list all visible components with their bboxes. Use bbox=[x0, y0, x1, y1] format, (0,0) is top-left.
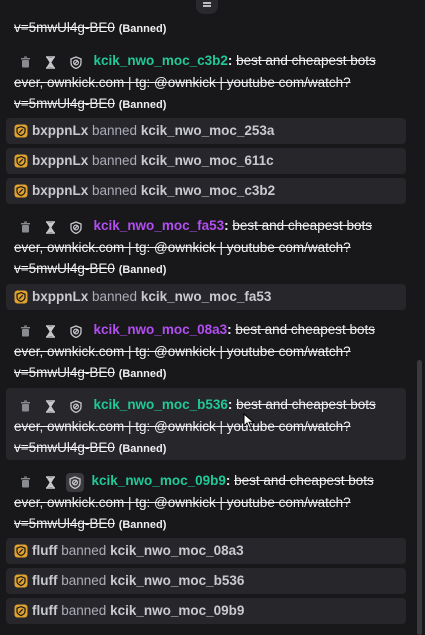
mod-badge-icon bbox=[14, 571, 28, 597]
scroll-up-button[interactable] bbox=[196, 0, 218, 14]
ban-action: banned bbox=[61, 573, 107, 588]
banned-user[interactable]: kcik_nwo_moc_09b9 bbox=[110, 603, 244, 618]
ban-action: banned bbox=[92, 123, 138, 138]
ban-action: banned bbox=[61, 603, 107, 618]
mod-actions bbox=[20, 216, 92, 237]
mod-actions bbox=[20, 320, 92, 341]
mod-badge-icon bbox=[14, 121, 28, 147]
ban-notice: bxppnLx banned kcik_nwo_moc_c3b2 bbox=[6, 178, 406, 204]
mod-actions bbox=[20, 51, 92, 72]
username-colon: : bbox=[227, 322, 232, 337]
hourglass-icon[interactable] bbox=[45, 325, 56, 338]
banned-label: (Banned) bbox=[118, 442, 167, 455]
banned-label: (Banned) bbox=[118, 98, 167, 111]
hourglass-icon[interactable] bbox=[45, 56, 56, 69]
moderator-name[interactable]: bxppnLx bbox=[32, 183, 88, 198]
moderator-name[interactable]: bxppnLx bbox=[32, 123, 88, 138]
moderator-name[interactable]: fluff bbox=[32, 543, 57, 558]
shield-ban-icon[interactable] bbox=[65, 472, 84, 492]
mod-badge-icon bbox=[14, 151, 28, 177]
shield-ban-icon[interactable] bbox=[69, 325, 82, 338]
banned-user[interactable]: kcik_nwo_moc_c3b2 bbox=[141, 183, 275, 198]
chat-username[interactable]: kcik_nwo_moc_b536 bbox=[94, 397, 228, 412]
username-colon: : bbox=[224, 218, 229, 233]
mouse-cursor-icon bbox=[243, 412, 255, 435]
banned-user[interactable]: kcik_nwo_moc_fa53 bbox=[141, 289, 272, 304]
trash-icon[interactable] bbox=[20, 400, 31, 412]
chat-message: kcik_nwo_moc_09b9: best and cheapest bot… bbox=[6, 470, 406, 536]
mod-badge-icon bbox=[14, 287, 28, 313]
trash-icon[interactable] bbox=[20, 476, 31, 488]
ban-notice: fluff banned kcik_nwo_moc_09b9 bbox=[6, 598, 406, 624]
hourglass-icon[interactable] bbox=[45, 400, 56, 413]
username-colon: : bbox=[225, 473, 231, 488]
chat-username[interactable]: kcik_nwo_moc_09b9 bbox=[92, 473, 226, 488]
moderator-name[interactable]: bxppnLx bbox=[32, 153, 88, 168]
chat-message: kcik_nwo_moc_fa53: best and cheapest bot… bbox=[6, 215, 406, 281]
trash-icon[interactable] bbox=[20, 325, 31, 337]
banned-user[interactable]: kcik_nwo_moc_08a3 bbox=[110, 543, 244, 558]
mod-badge-icon bbox=[14, 541, 28, 567]
banned-label: (Banned) bbox=[118, 263, 167, 276]
mod-badge-icon bbox=[14, 601, 28, 627]
hourglass-icon[interactable] bbox=[45, 476, 56, 489]
mod-actions bbox=[20, 471, 90, 492]
chat-message: v=5mwUl4g-BE0 (Banned) bbox=[6, 17, 406, 40]
shield-ban-icon[interactable] bbox=[69, 400, 82, 413]
username-colon: : bbox=[227, 397, 233, 412]
banned-user[interactable]: kcik_nwo_moc_611c bbox=[141, 153, 274, 168]
ban-notice: bxppnLx banned kcik_nwo_moc_611c bbox=[6, 148, 406, 174]
ban-action: banned bbox=[92, 289, 138, 304]
ban-notice: bxppnLx banned kcik_nwo_moc_fa53 bbox=[6, 284, 406, 310]
chat-username[interactable]: kcik_nwo_moc_c3b2 bbox=[94, 53, 228, 68]
moderator-name[interactable]: fluff bbox=[32, 573, 57, 588]
banned-user[interactable]: kcik_nwo_moc_253a bbox=[141, 123, 275, 138]
ban-action: banned bbox=[61, 543, 107, 558]
hourglass-icon[interactable] bbox=[45, 221, 56, 234]
moderator-name[interactable]: bxppnLx bbox=[32, 289, 88, 304]
banned-label: (Banned) bbox=[118, 367, 167, 380]
ban-action: banned bbox=[92, 153, 138, 168]
moderator-name[interactable]: fluff bbox=[32, 603, 57, 618]
chevron-up-icon bbox=[196, 1, 218, 11]
ban-notice: fluff banned kcik_nwo_moc_b536 bbox=[6, 568, 406, 594]
chat-username[interactable]: kcik_nwo_moc_08a3 bbox=[94, 322, 228, 337]
banned-user[interactable]: kcik_nwo_moc_b536 bbox=[110, 573, 244, 588]
username-colon: : bbox=[227, 53, 233, 68]
shield-ban-icon[interactable] bbox=[69, 56, 82, 69]
trash-icon[interactable] bbox=[20, 221, 31, 233]
ban-notice: bxppnLx banned kcik_nwo_moc_253a bbox=[6, 118, 406, 144]
mod-badge-icon bbox=[14, 181, 28, 207]
chat-panel: v=5mwUl4g-BE0 (Banned) kcik_nwo_moc_c3b2… bbox=[0, 0, 425, 635]
shield-ban-icon[interactable] bbox=[69, 221, 82, 234]
chat-message: kcik_nwo_moc_08a3: best and cheapest bot… bbox=[6, 319, 406, 385]
message-text: v=5mwUl4g-BE0 bbox=[14, 20, 115, 35]
chat-username[interactable]: kcik_nwo_moc_fa53 bbox=[94, 218, 225, 233]
mod-actions bbox=[20, 395, 92, 416]
trash-icon[interactable] bbox=[20, 56, 31, 68]
banned-label: (Banned) bbox=[118, 518, 167, 531]
ban-action: banned bbox=[92, 183, 138, 198]
chat-message: kcik_nwo_moc_c3b2: best and cheapest bot… bbox=[6, 50, 406, 116]
ban-notice: fluff banned kcik_nwo_moc_08a3 bbox=[6, 538, 406, 564]
chat-scrollbar[interactable] bbox=[417, 360, 422, 635]
chat-message: kcik_nwo_moc_b536: best and cheapest bot… bbox=[6, 388, 406, 460]
banned-label: (Banned) bbox=[118, 23, 167, 35]
